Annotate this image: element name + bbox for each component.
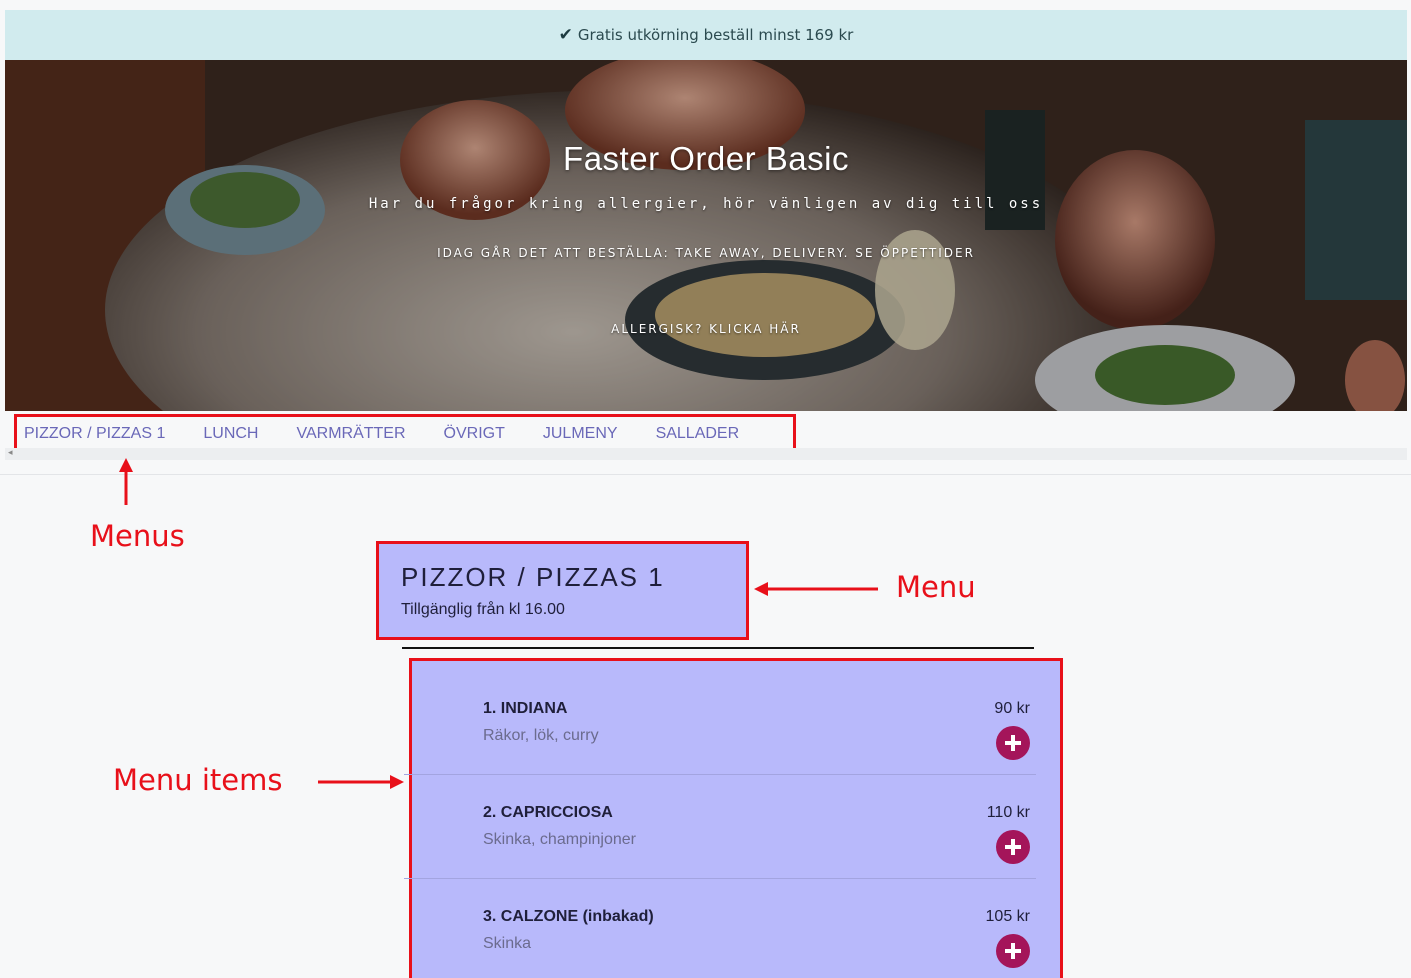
add-to-cart-icon[interactable]	[996, 726, 1030, 760]
allergy-link[interactable]: ALLERGISK? KLICKA HÄR	[5, 322, 1407, 336]
item-description: Skinka	[483, 935, 532, 952]
tab-sallader[interactable]: SALLADER	[656, 425, 740, 443]
hero-header: Faster Order Basic Har du frågor kring a…	[5, 60, 1407, 411]
banner-text: Gratis utkörning beställ minst 169 kr	[577, 26, 854, 44]
tab-julmeny[interactable]: JULMENY	[543, 425, 618, 443]
items-arrow-head	[390, 775, 404, 789]
ordering-options-text[interactable]: IDAG GÅR DET ATT BESTÄLLA: TAKE AWAY, DE…	[5, 246, 1407, 260]
tab-varmratter[interactable]: VARMRÄTTER	[296, 425, 405, 443]
hero-overlay	[5, 60, 1407, 411]
item-price: 110 kr	[986, 804, 1030, 821]
item-description: Skinka, champinjoner	[483, 831, 636, 848]
menu-navigation: PIZZOR / PIZZAS 1 LUNCH VARMRÄTTER ÖVRIG…	[0, 411, 1411, 475]
add-to-cart-icon[interactable]	[996, 934, 1030, 968]
divider	[402, 647, 1034, 649]
allergy-info-text: Har du frågor kring allergier, hör vänli…	[368, 196, 1044, 212]
menu-item[interactable]: 1. INDIANA Räkor, lök, curry 90 kr	[404, 671, 1036, 775]
menu-item[interactable]: 3. CALZONE (inbakad) Skinka 105 kr	[404, 879, 1036, 978]
annotation-menu: Menu	[896, 570, 976, 604]
item-name: 3. CALZONE (inbakad)	[483, 908, 654, 925]
add-to-cart-icon[interactable]	[996, 830, 1030, 864]
annotation-menus: Menus	[90, 519, 185, 553]
annotation-menu-items: Menu items	[113, 763, 283, 797]
menu-item[interactable]: 2. CAPRICCIOSA Skinka, champinjoner 110 …	[404, 775, 1036, 879]
horizontal-scrollbar[interactable]: ◂	[5, 448, 1407, 460]
item-price: 90 kr	[994, 700, 1030, 717]
restaurant-title: Faster Order Basic	[563, 140, 849, 177]
tab-pizzor[interactable]: PIZZOR / PIZZAS 1	[24, 425, 165, 443]
scroll-left-icon[interactable]: ◂	[8, 448, 13, 458]
menu-title: PIZZOR / PIZZAS 1	[401, 562, 665, 592]
item-description: Räkor, lök, curry	[483, 727, 599, 744]
check-icon: ✔	[558, 25, 573, 45]
tab-lunch[interactable]: LUNCH	[203, 425, 258, 443]
item-name: 2. CAPRICCIOSA	[483, 804, 613, 821]
menu-arrow-head	[754, 582, 768, 596]
menu-availability: Tillgänglig från kl 16.00	[401, 601, 565, 618]
free-delivery-banner: ✔ Gratis utkörning beställ minst 169 kr	[5, 10, 1407, 60]
menu-items-list: 1. INDIANA Räkor, lök, curry 90 kr 2. CA…	[404, 658, 1063, 978]
menu-header: PIZZOR / PIZZAS 1 Tillgänglig från kl 16…	[376, 541, 749, 640]
item-name: 1. INDIANA	[483, 700, 568, 717]
item-price: 105 kr	[985, 908, 1030, 925]
tab-ovrigt[interactable]: ÖVRIGT	[444, 425, 505, 443]
